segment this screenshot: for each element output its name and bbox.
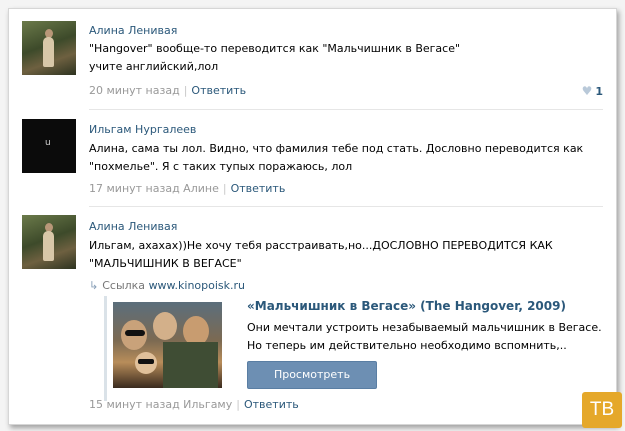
- poster-face: [153, 312, 177, 340]
- heart-icon: ♥: [581, 84, 593, 98]
- movie-description-line-2: Но теперь им действительно необходимо вс…: [247, 339, 567, 352]
- poster-sunglasses: [138, 359, 154, 364]
- comment-divider: [89, 109, 603, 110]
- movie-description-line-1: Они мечтали устроить незабываемый мальчи…: [247, 321, 602, 334]
- comment-text-line-2: учите английский,лол: [89, 60, 219, 73]
- reply-button[interactable]: Ответить: [191, 84, 246, 97]
- link-label: Ссылка: [102, 279, 146, 292]
- watch-button[interactable]: Просмотреть: [247, 361, 377, 389]
- movie-title-link[interactable]: «Мальчишник в Вегасе» (The Hangover, 200…: [247, 299, 566, 313]
- like-button[interactable]: ♥ 1: [582, 84, 603, 98]
- reply-button[interactable]: Ответить: [244, 398, 299, 411]
- comment-text-line-2: "МАЛЬЧИШНИК В ВЕГАСЕ": [89, 257, 242, 270]
- comment-meta: 17 минут назад Алине | Ответить: [89, 182, 286, 195]
- avatar-figure-body: [43, 231, 54, 261]
- site-watermark-logo: ТВ: [582, 392, 622, 428]
- avatar-alina[interactable]: [22, 21, 76, 75]
- comment-time[interactable]: 15 минут назад Ильгаму: [89, 398, 232, 411]
- avatar-label: u: [45, 138, 51, 148]
- comment-text-line-1: Алина, сама ты лол. Видно, что фамилия т…: [89, 142, 584, 155]
- comment-time[interactable]: 20 минут назад: [89, 84, 180, 97]
- comment-divider: [89, 206, 603, 207]
- comment-text-line-2: "похмелье". Я с таких тупых поражаюсь, л…: [89, 160, 353, 173]
- link-url[interactable]: www.kinopoisk.ru: [149, 279, 245, 292]
- comment-author[interactable]: Алина Ленивая: [89, 220, 177, 233]
- comment-meta: 20 минут назад | Ответить: [89, 84, 247, 97]
- comment-text-line-1: "Hangover" вообще-то переводится как "Ма…: [89, 42, 461, 55]
- reply-button[interactable]: Ответить: [231, 182, 286, 195]
- like-count: 1: [595, 85, 603, 98]
- avatar-ilgam[interactable]: u: [22, 119, 76, 173]
- link-icon: ↳: [89, 279, 99, 292]
- movie-poster[interactable]: [113, 302, 222, 388]
- comments-card: Алина Ленивая "Hangover" вообще-то перев…: [8, 8, 617, 425]
- link-line: ↳ Ссылка www.kinopoisk.ru: [89, 279, 245, 292]
- poster-shirt: [163, 342, 218, 388]
- comment-time[interactable]: 17 минут назад Алине: [89, 182, 219, 195]
- avatar-alina[interactable]: [22, 215, 76, 269]
- comment-meta: 15 минут назад Ильгаму | Ответить: [89, 398, 299, 411]
- avatar-figure-body: [43, 37, 54, 67]
- comment-text-line-1: Ильгам, ахахах))Не хочу тебя расстраиват…: [89, 239, 553, 252]
- poster-sunglasses: [125, 330, 145, 336]
- comment-author[interactable]: Алина Ленивая: [89, 24, 177, 37]
- attachment-bar: [104, 296, 107, 401]
- comment-author[interactable]: Ильгам Нургалеев: [89, 123, 196, 136]
